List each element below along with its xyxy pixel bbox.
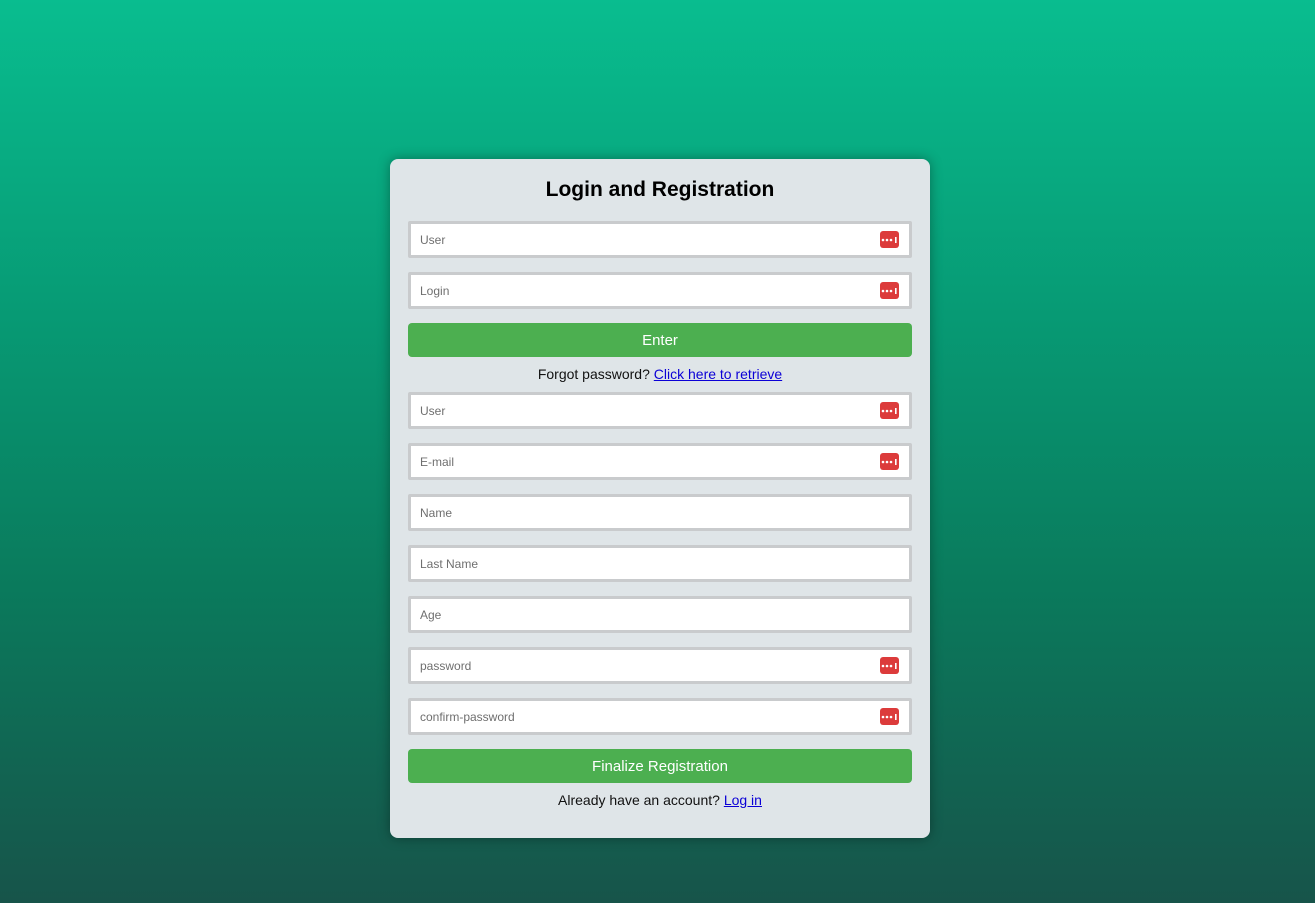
password-manager-icon[interactable] (880, 282, 899, 299)
email-field[interactable] (408, 443, 912, 480)
email-input[interactable] (411, 446, 909, 477)
forgot-password-row: Forgot password? Click here to retrieve (408, 365, 912, 383)
age-field[interactable] (408, 596, 912, 633)
login-prompt-row: Already have an account? Log in (408, 791, 912, 809)
password-manager-icon[interactable] (880, 708, 899, 725)
name-input[interactable] (411, 497, 909, 528)
last-name-field[interactable] (408, 545, 912, 582)
already-account-text: Already have an account? (558, 792, 720, 808)
register-user-field[interactable] (408, 392, 912, 429)
password-field[interactable] (408, 647, 912, 684)
register-user-input[interactable] (411, 395, 909, 426)
login-link[interactable]: Log in (724, 792, 762, 808)
login-registration-card: Login and Registration Enter Forgot pass… (390, 159, 930, 838)
finalize-registration-button[interactable]: Finalize Registration (408, 749, 912, 783)
last-name-input[interactable] (411, 548, 909, 579)
forgot-password-text: Forgot password? (537, 366, 650, 382)
age-input[interactable] (411, 599, 909, 630)
login-password-input[interactable] (411, 275, 909, 306)
password-manager-icon[interactable] (880, 453, 899, 470)
confirm-password-input[interactable] (411, 701, 909, 732)
page-title: Login and Registration (545, 178, 775, 201)
login-user-field[interactable] (408, 221, 912, 258)
password-manager-icon[interactable] (880, 231, 899, 248)
password-input[interactable] (411, 650, 909, 681)
login-user-input[interactable] (411, 224, 909, 255)
retrieve-password-link[interactable]: Click here to retrieve (654, 366, 782, 382)
login-password-field[interactable] (408, 272, 912, 309)
enter-button[interactable]: Enter (408, 323, 912, 357)
password-manager-icon[interactable] (880, 402, 899, 419)
confirm-password-field[interactable] (408, 698, 912, 735)
name-field[interactable] (408, 494, 912, 531)
password-manager-icon[interactable] (880, 657, 899, 674)
